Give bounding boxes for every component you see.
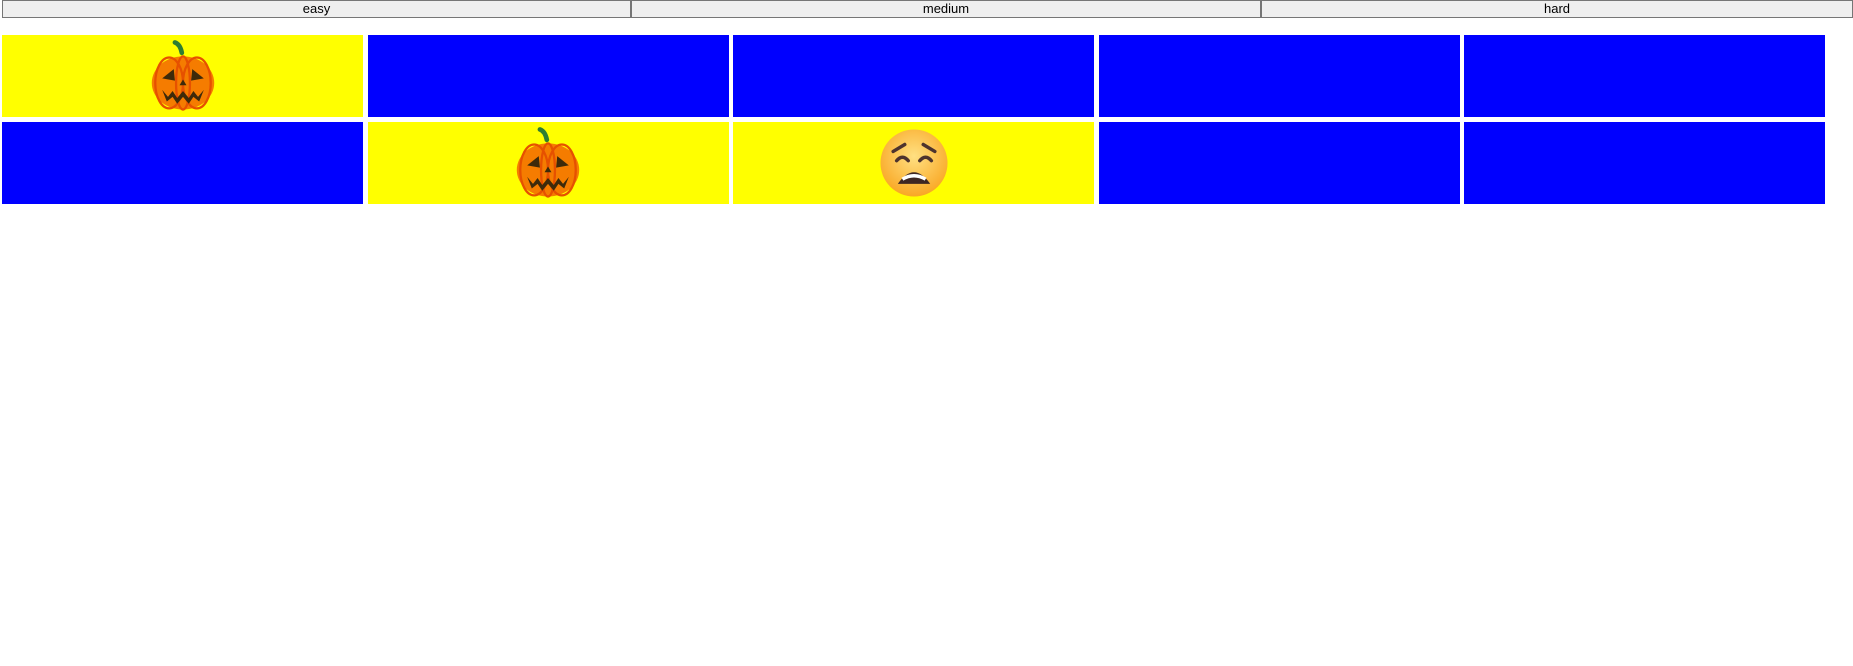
memory-card[interactable] (1464, 35, 1825, 117)
weary-face-icon (877, 126, 951, 200)
hard-button[interactable]: hard (1261, 0, 1853, 18)
jack-o-lantern-icon (146, 39, 220, 113)
medium-button[interactable]: medium (631, 0, 1261, 18)
memory-card[interactable] (1098, 122, 1460, 204)
memory-card[interactable] (367, 122, 729, 204)
memory-card[interactable] (1098, 35, 1460, 117)
memory-card[interactable] (733, 35, 1094, 117)
memory-card[interactable] (2, 122, 363, 204)
memory-card[interactable] (2, 35, 363, 117)
memory-card[interactable] (733, 122, 1094, 204)
game-board (2, 35, 1825, 204)
memory-card[interactable] (367, 35, 729, 117)
easy-button[interactable]: easy (2, 0, 631, 18)
difficulty-selector: easy medium hard (2, 0, 1853, 18)
jack-o-lantern-icon (511, 126, 585, 200)
memory-card[interactable] (1464, 122, 1825, 204)
